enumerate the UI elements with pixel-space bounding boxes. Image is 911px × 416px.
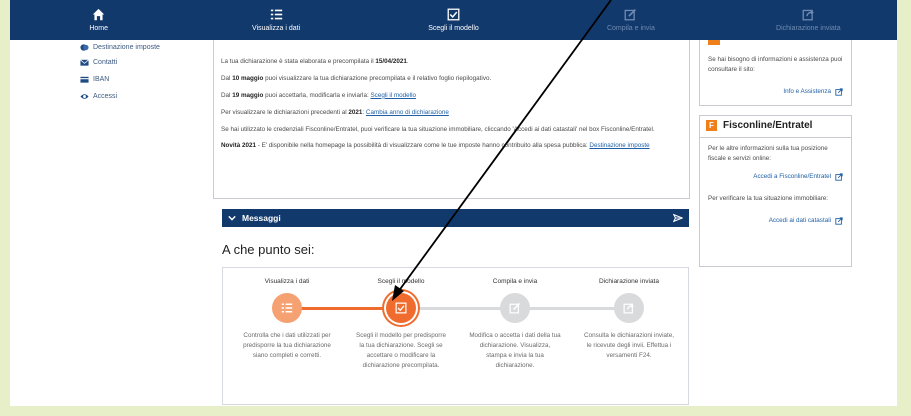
sidebar-item-label: IBAN <box>93 76 110 83</box>
scegli-modello-link[interactable]: Scegli il modello <box>370 92 416 99</box>
external-link-icon <box>835 173 843 181</box>
info-assistenza-label: Info e Assistenza <box>783 88 831 95</box>
sidebar-item-label: Accessi <box>93 93 118 100</box>
step-scegli-modello[interactable]: Scegli il modello Scegli il modello per … <box>351 268 451 371</box>
edit-icon <box>624 9 637 21</box>
step-circle[interactable] <box>272 293 302 323</box>
nav-dichiarazione-inviata-label: Dichiarazione inviata <box>776 25 841 32</box>
send-icon[interactable] <box>673 213 683 223</box>
messages-label: Messaggi <box>242 213 281 223</box>
step-circle[interactable] <box>386 293 416 323</box>
info-previous-years: Per visualizzare le dichiarazioni preced… <box>221 108 449 116</box>
checkbox-icon <box>447 8 460 21</box>
help-text: Se hai bisogno di informazioni e assiste… <box>708 56 843 73</box>
top-navigation: Home Visualizza i dati Scegli il modello… <box>10 0 897 40</box>
envelope-icon <box>80 58 89 67</box>
help-box: Se hai bisogno di informazioni e assiste… <box>699 40 852 106</box>
messages-bar[interactable]: Messaggi <box>222 209 689 227</box>
sidebar-item-label: Destinazione imposte <box>93 43 160 51</box>
nav-compila-invia-label: Compila e invia <box>606 25 655 32</box>
nav-dichiarazione-inviata[interactable]: Dichiarazione inviata <box>720 0 897 40</box>
step-title: Visualizza i dati <box>264 278 310 285</box>
nav-visualizza-dati[interactable]: Visualizza i dati <box>187 0 364 40</box>
declaration-info-box: La tua dichiarazione è stata elaborata e… <box>213 40 690 199</box>
sidebar-item-accessi[interactable]: Accessi <box>80 88 210 105</box>
info-accept-date: Dal 19 maggio puoi accettarla, modificar… <box>221 91 416 99</box>
progress-heading: A che punto sei: <box>222 242 315 257</box>
step-compila-invia[interactable]: Compila e invia Modifica o accetta i dat… <box>465 268 565 371</box>
info-icon <box>708 40 720 45</box>
info-novita: Novità 2021 - E' disponibile nella homep… <box>221 142 650 150</box>
coins-icon <box>80 43 89 52</box>
page: Home Visualizza i dati Scegli il modello… <box>10 0 897 406</box>
sidebar-item-destinazione-imposte[interactable]: Destinazione imposte <box>80 40 210 54</box>
step-description: Modifica o accetta i dati della tua dich… <box>469 332 561 369</box>
sidebar-item-contatti[interactable]: Contatti <box>80 54 210 71</box>
info-assistenza-link[interactable]: Info e Assistenza <box>708 87 843 97</box>
eye-icon <box>80 92 89 101</box>
step-title: Compila e invia <box>492 278 538 285</box>
step-description: Controlla che i dati utilizzati per pred… <box>243 332 331 359</box>
step-description: Scegli il modello per predisporre la tua… <box>356 332 446 369</box>
dati-catastali-label: Accedi ai dati catastali <box>768 217 831 224</box>
catasto-text: Per verificare la tua situazione immobil… <box>708 195 829 202</box>
chevron-down-icon <box>228 215 236 221</box>
fisconline-text: Per le altre informazioni sulla tua posi… <box>708 145 828 162</box>
share-icon <box>802 9 814 21</box>
nav-home[interactable]: Home <box>10 0 187 40</box>
nav-home-label: Home <box>89 25 109 32</box>
step-circle[interactable] <box>500 293 530 323</box>
step-description: Consulta le dichiarazioni inviate, le ri… <box>584 332 674 359</box>
nav-scegli-modello-label: Scegli il modello <box>428 25 479 32</box>
external-link-icon <box>835 88 843 96</box>
list-icon <box>281 303 293 313</box>
home-icon <box>93 8 105 21</box>
external-link-icon <box>835 217 843 225</box>
nav-scegli-modello[interactable]: Scegli il modello <box>365 0 542 40</box>
step-dichiarazione-inviata[interactable]: Dichiarazione inviata Consulta le dichia… <box>579 268 679 361</box>
checkbox-icon <box>395 302 407 314</box>
list-icon <box>270 9 282 20</box>
card-icon <box>80 75 89 84</box>
fisconline-title: Fisconline/Entratel <box>723 119 813 131</box>
fisconline-link-label: Accedi a Fisconline/Entratel <box>753 173 831 180</box>
info-processed-date: La tua dichiarazione è stata elaborata e… <box>221 58 409 65</box>
step-visualizza-dati[interactable]: Visualizza i dati Controlla che i dati u… <box>237 268 337 361</box>
step-circle[interactable] <box>614 293 644 323</box>
nav-visualizza-dati-label: Visualizza i dati <box>252 25 301 32</box>
progress-steps-panel: Visualizza i dati Controlla che i dati u… <box>222 267 689 405</box>
sidebar-item-iban[interactable]: IBAN <box>80 71 210 88</box>
left-sidebar: Destinazione imposte Contatti IBAN Acces… <box>80 40 210 105</box>
step-title: Dichiarazione inviata <box>599 278 659 285</box>
fisconline-header: F Fisconline/Entratel <box>700 120 851 138</box>
step-title: Scegli il modello <box>377 278 425 285</box>
share-icon <box>623 303 635 314</box>
info-view-date: Dal 10 maggio puoi visualizzare la tua d… <box>221 74 492 82</box>
sidebar-item-label: Contatti <box>93 59 118 66</box>
fisconline-icon: F <box>706 120 717 131</box>
edit-icon <box>509 302 521 314</box>
info-fisconline-note: Se hai utilizzato le credenziali Fisconl… <box>221 125 655 133</box>
cambia-anno-link[interactable]: Cambia anno di dichiarazione <box>366 109 449 116</box>
fisconline-link[interactable]: Accedi a Fisconline/Entratel <box>708 172 843 182</box>
dati-catastali-link[interactable]: Accedi ai dati catastali <box>708 216 843 226</box>
fisconline-box: F Fisconline/Entratel Per le altre infor… <box>699 115 852 267</box>
nav-compila-invia[interactable]: Compila e invia <box>542 0 719 40</box>
destinazione-imposte-link[interactable]: Destinazione imposte <box>589 142 649 149</box>
